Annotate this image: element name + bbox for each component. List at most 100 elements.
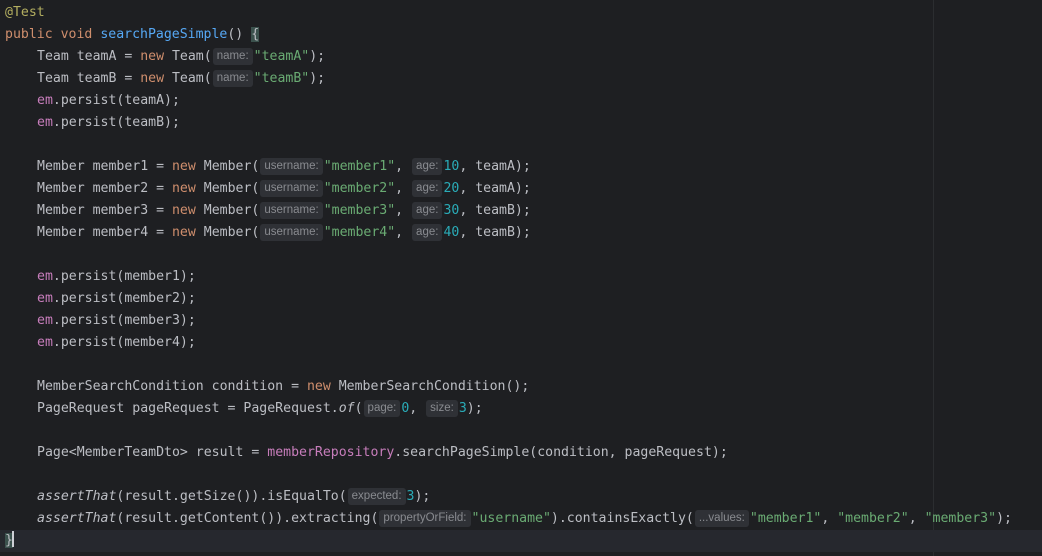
- member-decl: Member member1 =: [37, 159, 172, 174]
- condition-decl: MemberSearchCondition condition =: [37, 379, 307, 394]
- param-hint: username:: [260, 158, 323, 175]
- persist-call: .persist(teamA);: [52, 93, 180, 108]
- code-line: @Test: [5, 2, 1042, 24]
- ctor-call: Team(: [164, 49, 212, 64]
- string-literal: "member3": [323, 203, 396, 218]
- code-line: Member member3 = new Member(username: "me…: [37, 202, 531, 219]
- persist-call: .persist(member2);: [52, 291, 196, 306]
- param-hint: username:: [260, 180, 323, 197]
- param-hint: page:: [363, 400, 401, 417]
- number-literal: 40: [443, 225, 460, 240]
- em-field: em: [37, 335, 53, 350]
- page-request-decl: PageRequest pageRequest = PageRequest.: [37, 401, 339, 416]
- ctor-call: Team(: [164, 71, 212, 86]
- code-editor[interactable]: @Test public void searchPageSimple() { T…: [0, 0, 1042, 556]
- ctor-call: Member(: [195, 203, 260, 218]
- code-line: Team teamB = new Team(name: "teamB");: [5, 68, 1042, 90]
- code-line: MemberSearchCondition condition = new Me…: [5, 376, 1042, 398]
- statement-end: , teamB);: [459, 203, 531, 218]
- assert-chain: (result.getContent()).extracting(: [116, 511, 379, 526]
- param-hint: propertyOrField:: [379, 510, 471, 527]
- persist-call: .persist(teamB);: [52, 115, 180, 130]
- string-literal: "member3": [924, 511, 997, 526]
- param-hint: age:: [412, 158, 443, 175]
- member-decl: Member member3 =: [37, 203, 172, 218]
- member-decl: Member member2 =: [37, 181, 172, 196]
- open-brace: {: [251, 27, 260, 42]
- param-hint: ...values:: [694, 510, 749, 527]
- param-hint: age:: [412, 224, 443, 241]
- param-hint: age:: [412, 180, 443, 197]
- code-line: em.persist(teamB);: [5, 112, 1042, 134]
- code-line: em.persist(teamA);: [5, 90, 1042, 112]
- code-line: Team teamA = new Team(name: "teamA");: [5, 46, 1042, 68]
- number-literal: 0: [401, 401, 410, 416]
- assert-that-call: assertThat: [37, 511, 117, 526]
- test-annotation: @Test: [5, 5, 45, 20]
- assert-chain: ).containsExactly(: [550, 511, 694, 526]
- code-line: Member member1 = new Member(username: "me…: [37, 158, 531, 175]
- param-hint: username:: [260, 224, 323, 241]
- code-line: public void searchPageSimple() {: [5, 24, 1042, 46]
- persist-call: .persist(member4);: [52, 335, 196, 350]
- em-field: em: [37, 93, 53, 108]
- statement-end: );: [996, 511, 1012, 526]
- code-line: PageRequest pageRequest = PageRequest.of…: [37, 400, 483, 417]
- em-field: em: [37, 291, 53, 306]
- code-line: Member member2 = new Member(username: "me…: [37, 180, 531, 197]
- statement-end: );: [466, 401, 483, 416]
- code-line: assertThat(result.getSize()).isEqualTo(e…: [5, 486, 1042, 508]
- string-literal: "username": [471, 511, 551, 526]
- param-hint: expected:: [347, 488, 406, 505]
- signature-rest: (): [227, 27, 244, 42]
- em-field: em: [37, 313, 53, 328]
- keyword-new: new: [140, 71, 165, 86]
- ctor-call: MemberSearchCondition();: [330, 379, 530, 394]
- number-literal: 20: [443, 181, 460, 196]
- ctor-call: Member(: [195, 159, 260, 174]
- keyword-new: new: [140, 49, 165, 64]
- repository-field: memberRepository: [267, 445, 395, 460]
- member-decl: Member member4 =: [37, 225, 172, 240]
- string-literal: "member1": [749, 511, 822, 526]
- number-literal: 30: [443, 203, 460, 218]
- em-field: em: [37, 115, 53, 130]
- ctor-call: Member(: [195, 225, 260, 240]
- em-field: em: [37, 269, 53, 284]
- string-literal: "member1": [323, 159, 396, 174]
- param-hint: name:: [212, 70, 253, 87]
- team-decl: Team teamA =: [37, 49, 141, 64]
- param-hint: username:: [260, 202, 323, 219]
- code-lines: @Test public void searchPageSimple() { T…: [0, 2, 1042, 552]
- statement-end: );: [414, 489, 431, 504]
- number-literal: 10: [443, 159, 460, 174]
- string-literal: "member4": [323, 225, 396, 240]
- string-literal: "teamA": [253, 49, 310, 64]
- static-method-of: of: [338, 401, 355, 416]
- persist-call: .persist(member1);: [52, 269, 196, 284]
- team-decl: Team teamB =: [37, 71, 141, 86]
- code-line: em.persist(member1);: [5, 266, 1042, 288]
- param-hint: name:: [212, 48, 253, 65]
- current-line[interactable]: }: [0, 530, 1042, 552]
- string-literal: "teamB": [253, 71, 310, 86]
- statement-end: );: [309, 49, 326, 64]
- keyword-new: new: [306, 379, 331, 394]
- code-line: assertThat(result.getContent()).extracti…: [37, 510, 1012, 527]
- statement-end: );: [309, 71, 326, 86]
- string-literal: "member2": [323, 181, 396, 196]
- statement-end: , teamB);: [459, 225, 531, 240]
- statement-end: , teamA);: [459, 181, 531, 196]
- code-line: em.persist(member3);: [5, 310, 1042, 332]
- search-call: .searchPageSimple(condition, pageRequest…: [394, 445, 728, 460]
- method-name: searchPageSimple: [100, 27, 228, 42]
- keyword-void: void: [60, 27, 93, 42]
- ctor-call: Member(: [195, 181, 260, 196]
- code-line: em.persist(member2);: [5, 288, 1042, 310]
- open-paren: (: [354, 401, 363, 416]
- param-hint: age:: [412, 202, 443, 219]
- assert-that-call: assertThat: [37, 489, 117, 504]
